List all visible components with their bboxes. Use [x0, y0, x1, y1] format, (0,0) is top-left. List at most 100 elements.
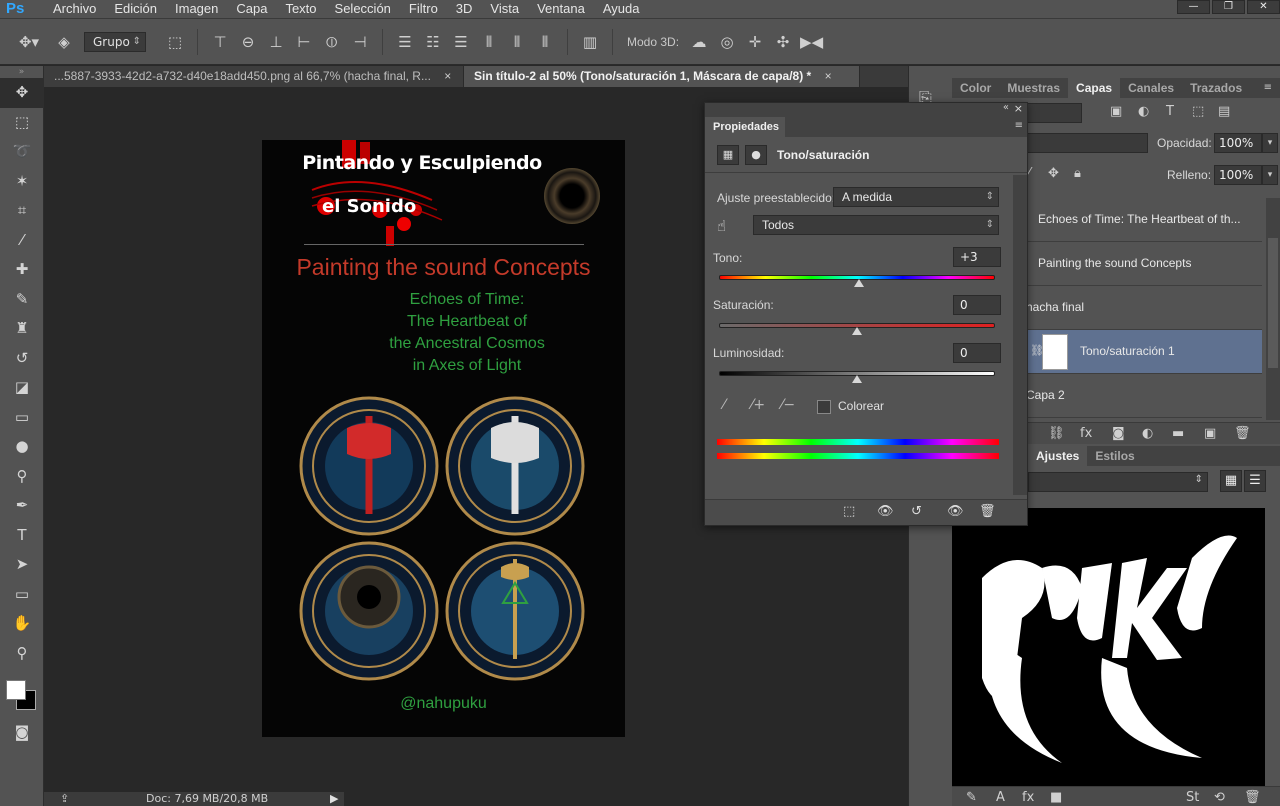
- menu-texto[interactable]: Texto: [276, 0, 325, 18]
- document-size[interactable]: Doc: 7,69 MB/20,8 MB: [146, 792, 268, 806]
- quick-mask-tool-icon[interactable]: ◙: [0, 718, 44, 748]
- panel-menu-icon[interactable]: ≡: [1264, 82, 1272, 93]
- menu-archivo[interactable]: Archivo: [44, 0, 105, 18]
- tab-canales[interactable]: Canales: [1120, 78, 1182, 98]
- auto-align-icon[interactable]: ▥: [579, 32, 601, 52]
- adjustments-dropdown[interactable]: ⇕: [1028, 472, 1208, 492]
- blur-tool-icon[interactable]: ●: [0, 432, 44, 462]
- adjustment-settings-icon[interactable]: ▦: [717, 145, 739, 165]
- opacity-field[interactable]: 100%: [1214, 133, 1262, 153]
- eyedropper-icon[interactable]: ⁄: [723, 397, 725, 413]
- 3d-slide-icon[interactable]: ✣: [772, 32, 794, 52]
- align-right-icon[interactable]: ⊣: [349, 32, 371, 52]
- filter-shape-icon[interactable]: ⬚: [1192, 104, 1204, 119]
- sync-icon[interactable]: ⟲: [1214, 790, 1225, 805]
- toolbar-grip-icon[interactable]: »: [0, 66, 43, 78]
- reset-icon[interactable]: ↺: [911, 504, 922, 519]
- close-icon[interactable]: ×: [1014, 102, 1023, 115]
- dodge-tool-icon[interactable]: ⚲: [0, 462, 44, 492]
- tab-estilos[interactable]: Estilos: [1087, 446, 1142, 466]
- filter-adjustment-icon[interactable]: ◐: [1138, 104, 1149, 119]
- clip-to-layer-icon[interactable]: ⬚: [843, 504, 855, 519]
- auto-select-dropdown[interactable]: Grupo: [84, 31, 146, 52]
- filter-smart-object-icon[interactable]: ▤: [1218, 104, 1230, 119]
- menu-edicion[interactable]: Edición: [105, 0, 166, 18]
- panel-menu-icon[interactable]: ≡: [1015, 120, 1023, 131]
- close-button[interactable]: ✕: [1247, 0, 1280, 14]
- rectangle-tool-icon[interactable]: ▭: [0, 580, 44, 610]
- grid-view-icon[interactable]: ▦: [1220, 470, 1242, 492]
- view-previous-icon[interactable]: 👁︎: [877, 504, 894, 519]
- history-brush-tool-icon[interactable]: ↺: [0, 344, 44, 374]
- character-icon[interactable]: A: [996, 790, 1005, 805]
- status-menu-arrow[interactable]: ▶: [330, 792, 338, 806]
- type-tool-icon[interactable]: T: [0, 521, 44, 551]
- saturation-slider-thumb[interactable]: [852, 327, 862, 335]
- properties-titlebar[interactable]: « ×: [705, 102, 1027, 117]
- zoom-tool-icon[interactable]: ⚲: [0, 639, 44, 669]
- clone-stamp-tool-icon[interactable]: ♜: [0, 314, 44, 344]
- fill-dropdown-arrow[interactable]: ▾: [1262, 165, 1278, 185]
- move-tool-icon[interactable]: ✥: [0, 78, 44, 108]
- layer-list-scroll-thumb[interactable]: [1268, 238, 1278, 368]
- properties-scrollbar[interactable]: [1013, 175, 1027, 495]
- lock-position-icon[interactable]: ✥: [1048, 166, 1059, 181]
- filter-type-icon[interactable]: T: [1166, 104, 1174, 119]
- filter-pixel-icon[interactable]: ▣: [1110, 104, 1122, 119]
- menu-filtro[interactable]: Filtro: [400, 0, 447, 18]
- preset-dropdown[interactable]: A medida ⇕: [833, 187, 999, 207]
- brush-preset-icon[interactable]: ✎: [966, 790, 977, 805]
- channel-dropdown[interactable]: Todos ⇕: [753, 215, 999, 235]
- collapse-icon[interactable]: «: [1003, 102, 1009, 113]
- lightness-value-field[interactable]: 0: [953, 343, 1001, 363]
- distribute-hcenter-icon[interactable]: ⦀: [506, 32, 528, 52]
- hue-value-field[interactable]: +3: [953, 247, 1001, 267]
- link-layers-icon[interactable]: ⛓: [1048, 426, 1065, 441]
- artboard[interactable]: Pintando y Esculpiendo el Sonido Paintin…: [262, 140, 625, 737]
- close-icon[interactable]: ×: [825, 69, 832, 83]
- new-group-icon[interactable]: ▬: [1172, 426, 1184, 441]
- list-view-icon[interactable]: ☰: [1244, 470, 1266, 492]
- align-top-icon[interactable]: ⊤: [209, 32, 231, 52]
- align-vcenter-icon[interactable]: ⊖: [237, 32, 259, 52]
- delete-icon[interactable]: 🗑︎: [979, 504, 996, 519]
- marquee-tool-icon[interactable]: ⬚: [0, 108, 44, 138]
- layer-list-scrollbar[interactable]: [1266, 198, 1280, 420]
- crop-tool-icon[interactable]: ⌗: [0, 196, 44, 226]
- layer-style-icon[interactable]: fx: [1080, 426, 1092, 441]
- colorize-checkbox[interactable]: [817, 400, 831, 414]
- hand-tool-icon[interactable]: ✋: [0, 609, 44, 639]
- tab-propiedades[interactable]: Propiedades: [705, 117, 785, 137]
- align-hcenter-icon[interactable]: ⦶: [321, 32, 343, 52]
- pen-tool-icon[interactable]: ✒: [0, 491, 44, 521]
- lock-all-icon[interactable]: 🔒︎: [1074, 166, 1081, 181]
- path-selection-tool-icon[interactable]: ➤: [0, 550, 44, 580]
- stock-icon[interactable]: St: [1186, 790, 1199, 805]
- visibility-icon[interactable]: 👁︎: [947, 504, 964, 519]
- hue-slider-thumb[interactable]: [854, 279, 865, 287]
- layer-mask-thumbnail[interactable]: [1042, 334, 1068, 370]
- eraser-tool-icon[interactable]: ◪: [0, 373, 44, 403]
- close-icon[interactable]: ×: [444, 69, 451, 83]
- distribute-vcenter-icon[interactable]: ☷: [422, 32, 444, 52]
- tab-document-1[interactable]: ...5887-3933-42d2-a732-d40e18add450.png …: [44, 66, 464, 87]
- mask-settings-icon[interactable]: ●: [745, 145, 767, 165]
- move-tool-preset-icon[interactable]: ✥▾: [11, 32, 47, 52]
- menu-3d[interactable]: 3D: [447, 0, 482, 18]
- eyedropper-add-icon[interactable]: ⁄+: [751, 397, 765, 413]
- distribute-right-icon[interactable]: ⫴: [534, 32, 556, 52]
- tab-muestras[interactable]: Muestras: [999, 78, 1068, 98]
- menu-seleccion[interactable]: Selección: [326, 0, 400, 18]
- menu-capa[interactable]: Capa: [227, 0, 276, 18]
- eyedropper-tool-icon[interactable]: ⁄: [0, 226, 44, 256]
- on-image-adjust-hand-icon[interactable]: ☝: [717, 217, 726, 235]
- brush-tool-icon[interactable]: ✎: [0, 285, 44, 315]
- share-icon[interactable]: ⇪: [60, 792, 69, 806]
- align-bottom-icon[interactable]: ⊥: [265, 32, 287, 52]
- preview-scrollbar[interactable]: [1265, 508, 1280, 786]
- auto-select-layers-icon[interactable]: ◈: [53, 32, 75, 52]
- restore-button[interactable]: ❐: [1212, 0, 1245, 14]
- menu-ayuda[interactable]: Ayuda: [594, 0, 649, 18]
- new-layer-icon[interactable]: ▣: [1204, 426, 1216, 441]
- tab-ajustes[interactable]: Ajustes: [1028, 446, 1088, 466]
